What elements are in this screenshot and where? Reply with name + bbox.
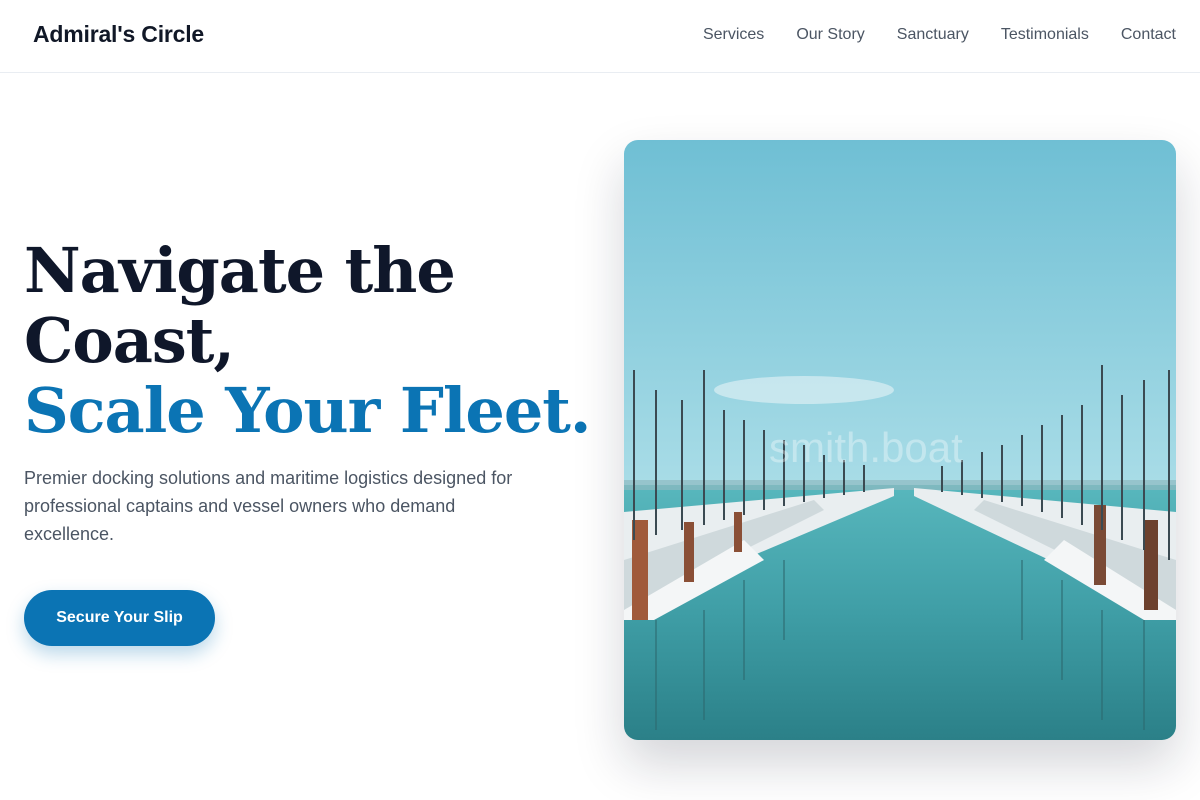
hero-headline: Navigate the Coast, Scale Your Fleet. (24, 236, 604, 446)
headline-line-1: Navigate the (24, 234, 456, 307)
hero-lede: Premier docking solutions and maritime l… (24, 468, 513, 544)
top-nav: Admiral's Circle Services Our Story Sanc… (0, 0, 1200, 73)
headline-accent: Scale Your Fleet. (24, 374, 592, 447)
headline-line-2: Coast, (24, 304, 235, 377)
marina-illustration: smith.boat (624, 140, 1176, 740)
nav-links: Services Our Story Sanctuary Testimonial… (703, 26, 1176, 44)
secure-slip-button[interactable]: Secure Your Slip (24, 590, 215, 646)
nav-link-testimonials[interactable]: Testimonials (1001, 26, 1089, 44)
nav-link-services[interactable]: Services (703, 26, 764, 44)
watermark-text: smith.boat (769, 424, 963, 471)
hero-text: Navigate the Coast, Scale Your Fleet. Pr… (24, 236, 604, 548)
marina-photo: smith.boat (624, 140, 1176, 740)
brand-logo[interactable]: Admiral's Circle (33, 21, 204, 48)
nav-link-contact[interactable]: Contact (1121, 26, 1176, 44)
nav-link-sanctuary[interactable]: Sanctuary (897, 26, 969, 44)
nav-link-our-story[interactable]: Our Story (796, 26, 864, 44)
